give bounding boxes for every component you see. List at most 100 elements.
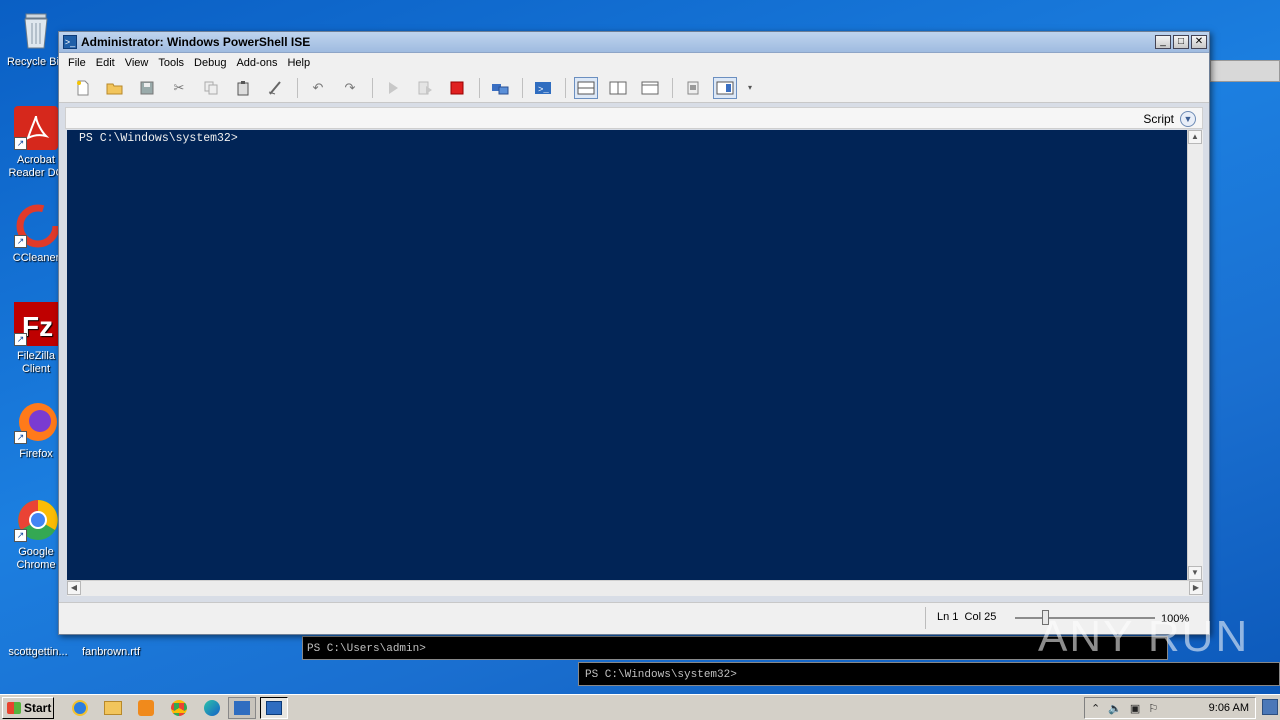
horizontal-scrollbar[interactable]: ◀ ▶ [67, 580, 1203, 596]
taskbar: Start ⌃ 🔈 ▣ ⚐ 9:06 AM [0, 694, 1280, 720]
maximize-button[interactable]: □ [1173, 35, 1189, 49]
chevron-down-icon[interactable]: ▼ [1180, 111, 1196, 127]
system-tray: ⌃ 🔈 ▣ ⚐ 9:06 AM [1084, 697, 1256, 719]
toolbar: ✂ ↶ ↷ >_ ▾ [59, 73, 1209, 103]
background-console-window[interactable]: PS C:\Windows\system32> [578, 662, 1280, 686]
edge-icon[interactable] [200, 697, 224, 719]
status-bar: Ln 1 Col 25 100% [59, 602, 1209, 634]
desktop-icon-ccleaner[interactable]: ↗ CCleaner [6, 204, 66, 265]
desktop-icon-filezilla[interactable]: Fz ↗ FileZilla Client [6, 302, 66, 376]
menu-bar: File Edit View Tools Debug Add-ons Help [59, 53, 1209, 73]
script-pane-label[interactable]: Script [1143, 112, 1174, 126]
pane-header: Script ▼ [65, 107, 1203, 129]
menu-addons[interactable]: Add-ons [231, 57, 282, 69]
start-button[interactable]: Start [2, 696, 54, 719]
desktop-icon-file[interactable]: fanbrown.rtf [78, 646, 144, 659]
close-button[interactable]: ✕ [1191, 35, 1207, 49]
layout-top-icon[interactable] [574, 76, 598, 99]
ccleaner-icon: ↗ [14, 204, 60, 248]
taskbar-powershell-button[interactable] [228, 696, 256, 719]
desktop-icon-recycle-bin[interactable]: Recycle Bin [6, 8, 66, 69]
minimize-button[interactable]: _ [1155, 35, 1171, 49]
remote-icon[interactable] [488, 77, 512, 99]
clear-icon[interactable] [263, 77, 287, 99]
desktop-icon-chrome[interactable]: ↗ Google Chrome [6, 498, 66, 572]
desktop-icon-label: Acrobat Reader DC [8, 154, 64, 179]
redo-icon[interactable]: ↷ [338, 77, 362, 99]
toolbar-separator [297, 77, 298, 98]
undo-icon[interactable]: ↶ [306, 77, 330, 99]
chrome-icon: ↗ [14, 498, 58, 542]
shortcut-arrow-icon: ↗ [14, 333, 27, 346]
menu-tools[interactable]: Tools [153, 57, 189, 69]
cut-icon[interactable]: ✂ [167, 77, 191, 99]
filezilla-icon: Fz ↗ [14, 302, 58, 346]
clock[interactable]: 9:06 AM [1209, 702, 1249, 714]
desktop-icon-label: Recycle Bin [6, 56, 66, 68]
network-icon[interactable]: ▣ [1130, 702, 1140, 715]
new-icon[interactable] [71, 77, 95, 99]
vertical-scrollbar[interactable]: ▲ ▼ [1187, 130, 1203, 580]
toolbar-overflow-icon[interactable]: ▾ [745, 77, 755, 99]
menu-edit[interactable]: Edit [91, 57, 120, 69]
shortcut-arrow-icon: ↗ [14, 431, 27, 444]
recycle-bin-icon [14, 8, 58, 52]
taskbar-powershell-ise-button[interactable] [260, 696, 288, 719]
show-desktop-icon[interactable] [1262, 699, 1278, 715]
menu-view[interactable]: View [120, 57, 154, 69]
powershell-ise-window: >_ Administrator: Windows PowerShell ISE… [58, 31, 1210, 635]
run-selection-icon[interactable] [413, 77, 437, 99]
desktop-icon-label: FileZilla Client [17, 350, 55, 375]
menu-file[interactable]: File [63, 57, 91, 69]
start-label: Start [24, 700, 52, 715]
firefox-icon: ↗ [14, 400, 58, 444]
run-icon[interactable] [381, 77, 405, 99]
save-icon[interactable] [135, 77, 159, 99]
windows-logo-icon [7, 701, 21, 714]
toolbar-separator [565, 77, 566, 98]
scroll-right-icon[interactable]: ▶ [1189, 581, 1203, 595]
media-player-icon[interactable] [134, 697, 158, 719]
powershell-icon[interactable]: >_ [531, 77, 555, 99]
desktop-icon-firefox[interactable]: ↗ Firefox [6, 400, 66, 461]
show-commands-icon[interactable] [681, 77, 705, 99]
console-prompt: PS C:\Windows\system32> [585, 669, 737, 681]
menu-help[interactable]: Help [282, 57, 315, 69]
toolbar-separator [479, 77, 480, 98]
layout-max-icon[interactable] [638, 77, 662, 99]
cursor-position: Ln 1 Col 25 [937, 611, 997, 623]
console-pane[interactable]: PS C:\Windows\system32> [67, 130, 1187, 580]
open-icon[interactable] [103, 77, 127, 99]
svg-text:>_: >_ [538, 85, 549, 95]
desktop-icon-label: CCleaner [12, 252, 60, 264]
title-bar[interactable]: >_ Administrator: Windows PowerShell ISE… [59, 32, 1209, 53]
desktop-icon-label: Firefox [19, 448, 53, 460]
chrome-icon[interactable] [167, 697, 191, 719]
desktop-icon-acrobat[interactable]: ↗ Acrobat Reader DC [6, 106, 66, 180]
powershell-icon: >_ [63, 35, 77, 49]
flag-icon[interactable]: ⚐ [1148, 702, 1158, 715]
desktop-icon-file[interactable]: scottgettin... [2, 646, 74, 659]
toolbar-separator [672, 77, 673, 98]
desktop-icon-label: scottgettin... [8, 646, 68, 658]
explorer-icon[interactable] [101, 697, 125, 719]
stop-icon[interactable] [445, 77, 469, 99]
watermark: ANY RUN [1038, 612, 1250, 661]
volume-icon[interactable]: 🔈 [1108, 702, 1122, 715]
tray-expand-icon[interactable]: ⌃ [1091, 702, 1100, 715]
shortcut-arrow-icon: ↗ [14, 529, 27, 542]
copy-icon[interactable] [199, 77, 223, 99]
ie-icon[interactable] [68, 697, 92, 719]
layout-right-icon[interactable] [606, 77, 630, 99]
shortcut-arrow-icon: ↗ [14, 137, 27, 150]
scroll-up-icon[interactable]: ▲ [1188, 130, 1202, 144]
paste-icon[interactable] [231, 77, 255, 99]
addon-pane-icon[interactable] [713, 76, 737, 99]
toolbar-separator [372, 77, 373, 98]
desktop-icon-label: Google Chrome [16, 546, 56, 571]
scroll-down-icon[interactable]: ▼ [1188, 566, 1202, 580]
acrobat-icon: ↗ [14, 106, 58, 150]
scroll-left-icon[interactable]: ◀ [67, 581, 81, 595]
menu-debug[interactable]: Debug [189, 57, 231, 69]
toolbar-separator [522, 77, 523, 98]
